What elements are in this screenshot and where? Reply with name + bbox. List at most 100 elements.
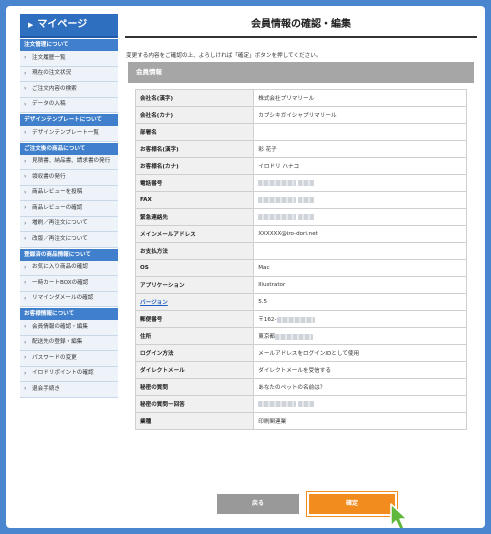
redacted-value <box>258 179 297 186</box>
field-value: 〒162- <box>253 310 467 328</box>
field-label: 部署名 <box>134 123 255 141</box>
sidebar-item[interactable]: › 注文履歴一覧 <box>20 51 118 67</box>
sidebar-title: ▶ マイページ <box>20 14 118 38</box>
table-row: お支払方法 <box>134 242 467 260</box>
field-value-text: 〒162- <box>258 317 277 323</box>
field-label: 住所 <box>134 327 255 345</box>
sidebar-item[interactable]: › データの入稿 <box>20 97 118 113</box>
field-label: 秘密の質問ー回答 <box>134 395 255 413</box>
redacted-value <box>298 400 315 407</box>
field-label: メインメールアドレス <box>134 225 255 243</box>
chevron-right-icon: › <box>24 204 27 211</box>
sidebar-item[interactable]: › お気に入り商品の確認 <box>20 260 118 276</box>
field-value-text: 印刷関連業 <box>258 419 287 425</box>
field-value <box>253 123 467 141</box>
triangle-icon: ▶ <box>28 21 34 29</box>
intro-text: 変更する内容をご確認の上、よろしければ「確定」ボタンを押してください。 <box>126 53 322 59</box>
chevron-right-icon: › <box>24 219 27 227</box>
chevron-right-icon: › <box>24 85 27 92</box>
field-value: Mac <box>253 259 467 277</box>
sidebar-item[interactable]: › 現在の注文状況 <box>20 66 118 82</box>
field-value: 東京都 <box>253 327 467 345</box>
back-button[interactable]: 戻る <box>217 494 299 514</box>
table-row: 会社名(カナ) カブシキガイシャプリマリール <box>134 106 467 124</box>
sidebar-item[interactable]: › 商品レビューを投稿 <box>20 185 118 201</box>
sidebar-item[interactable]: › 退会手続き <box>20 382 118 398</box>
sidebar-item[interactable]: › デザインテンプレート一覧 <box>20 126 118 142</box>
table-row: 秘密の質問 あなたのペットの名前は？ <box>134 378 467 396</box>
table-row: 緊急連絡先 <box>134 208 467 226</box>
sidebar-item-label: デザインテンプレート一覧 <box>32 129 99 136</box>
field-value <box>253 395 467 413</box>
sidebar-item[interactable]: › 配送先の登録・編集 <box>20 335 118 351</box>
field-value: Illustrator <box>253 276 467 294</box>
sidebar-item-label: 改版／再注文について <box>32 235 88 242</box>
field-label: アプリケーション <box>134 276 255 294</box>
table-row: 住所 東京都 <box>134 327 467 345</box>
sidebar-item[interactable]: › パスワードの変更 <box>20 351 118 367</box>
table-row: 郵便番号 〒162- <box>134 310 467 328</box>
table-row: お客様名(漢字) 彩 花子 <box>134 140 467 158</box>
chevron-right-icon: › <box>24 263 27 271</box>
sidebar-section-heading: 登録済の商品情報について <box>20 248 118 261</box>
field-value: あなたのペットの名前は？ <box>253 378 467 396</box>
confirm-button[interactable]: 確定 <box>309 494 395 514</box>
field-value: 株式会社プリマリール <box>253 89 467 107</box>
member-info-table-wrap: 会社名(漢字) 株式会社プリマリール 会社名(カナ) カブシキガイシャプリマリール 部署… <box>134 89 467 430</box>
table-row: ログイン方法 メールアドレスをログインIDとして使用 <box>134 344 467 362</box>
redacted-value <box>258 400 297 407</box>
chevron-right-icon: › <box>24 235 27 242</box>
member-info-table: 会社名(漢字) 株式会社プリマリール 会社名(カナ) カブシキガイシャプリマリール 部署… <box>134 89 467 430</box>
field-value-text: イロドリ ハナコ <box>258 164 300 170</box>
pointer-cursor-icon <box>390 503 408 528</box>
field-label: お支払方法 <box>134 242 255 260</box>
chevron-right-icon: › <box>24 188 27 196</box>
field-label: 電話番号 <box>134 174 255 192</box>
sidebar-item[interactable]: › 会員情報の確認・編集 <box>20 320 118 336</box>
table-row: お客様名(カナ) イロドリ ハナコ <box>134 157 467 175</box>
field-value-text: カブシキガイシャプリマリール <box>258 113 337 119</box>
field-label[interactable]: バージョン <box>134 293 255 311</box>
field-value: 印刷関連業 <box>253 412 467 430</box>
sidebar-item-label: 領収書の発行 <box>32 173 66 180</box>
chevron-right-icon: › <box>24 323 27 330</box>
field-value-text: 株式会社プリマリール <box>258 96 315 102</box>
field-value-text: 東京都 <box>258 334 276 340</box>
redacted-value <box>275 333 314 340</box>
sidebar: ▶ マイページ 注文管理について › 注文履歴一覧 › 現在の注文状況 › ご注文内容の検索 ›… <box>20 14 118 398</box>
sidebar-item[interactable]: › 一時カートBOXの確認 <box>20 276 118 292</box>
table-row: ダイレクトメール ダイレクトメールを受信する <box>134 361 467 379</box>
sidebar-item-label: 退会手続き <box>32 385 60 392</box>
main-content: 会員情報の確認・編集 変更する内容をご確認の上、よろしければ「確定」ボタンを押し… <box>125 14 477 430</box>
field-label: 会社名(カナ) <box>134 106 255 124</box>
redacted-value <box>258 213 297 220</box>
chevron-right-icon: › <box>24 54 27 61</box>
table-row: 会社名(漢字) 株式会社プリマリール <box>134 89 467 107</box>
field-value-text: XXXXXX@iro-dori.net <box>258 231 318 237</box>
sidebar-item[interactable]: › 見積書、納品書、請求書の発行 <box>20 154 118 170</box>
sidebar-item[interactable]: › 改版／再注文について <box>20 232 118 248</box>
field-label: お客様名(カナ) <box>134 157 255 175</box>
table-row: アプリケーション Illustrator <box>134 276 467 294</box>
field-label: FAX <box>134 191 255 209</box>
sidebar-item[interactable]: › イロドリポイントの確認 <box>20 366 118 382</box>
sidebar-item-label: 商品レビューの確認 <box>32 204 83 211</box>
chevron-right-icon: › <box>24 279 27 286</box>
sidebar-section-heading: ご注文後の商品について <box>20 142 118 155</box>
sidebar-item[interactable]: › 領収書の発行 <box>20 170 118 186</box>
field-value-text: Illustrator <box>258 282 286 288</box>
field-label: ダイレクトメール <box>134 361 255 379</box>
chevron-right-icon: › <box>24 385 27 392</box>
table-row: FAX <box>134 191 467 209</box>
field-value-text: 彩 花子 <box>258 147 277 153</box>
field-label: お客様名(漢字) <box>134 140 255 158</box>
sidebar-item[interactable]: › リマインダメールの確認 <box>20 291 118 307</box>
field-value-text: あなたのペットの名前は？ <box>258 385 326 391</box>
field-value: メールアドレスをログインIDとして使用 <box>253 344 467 362</box>
page-title: 会員情報の確認・編集 <box>125 14 477 38</box>
sidebar-item[interactable]: › ご注文内容の検索 <box>20 82 118 98</box>
sidebar-item[interactable]: › 増刷／再注文について <box>20 216 118 232</box>
sidebar-item[interactable]: › 商品レビューの確認 <box>20 201 118 217</box>
field-value: カブシキガイシャプリマリール <box>253 106 467 124</box>
sidebar-item-label: 会員情報の確認・編集 <box>32 323 88 330</box>
